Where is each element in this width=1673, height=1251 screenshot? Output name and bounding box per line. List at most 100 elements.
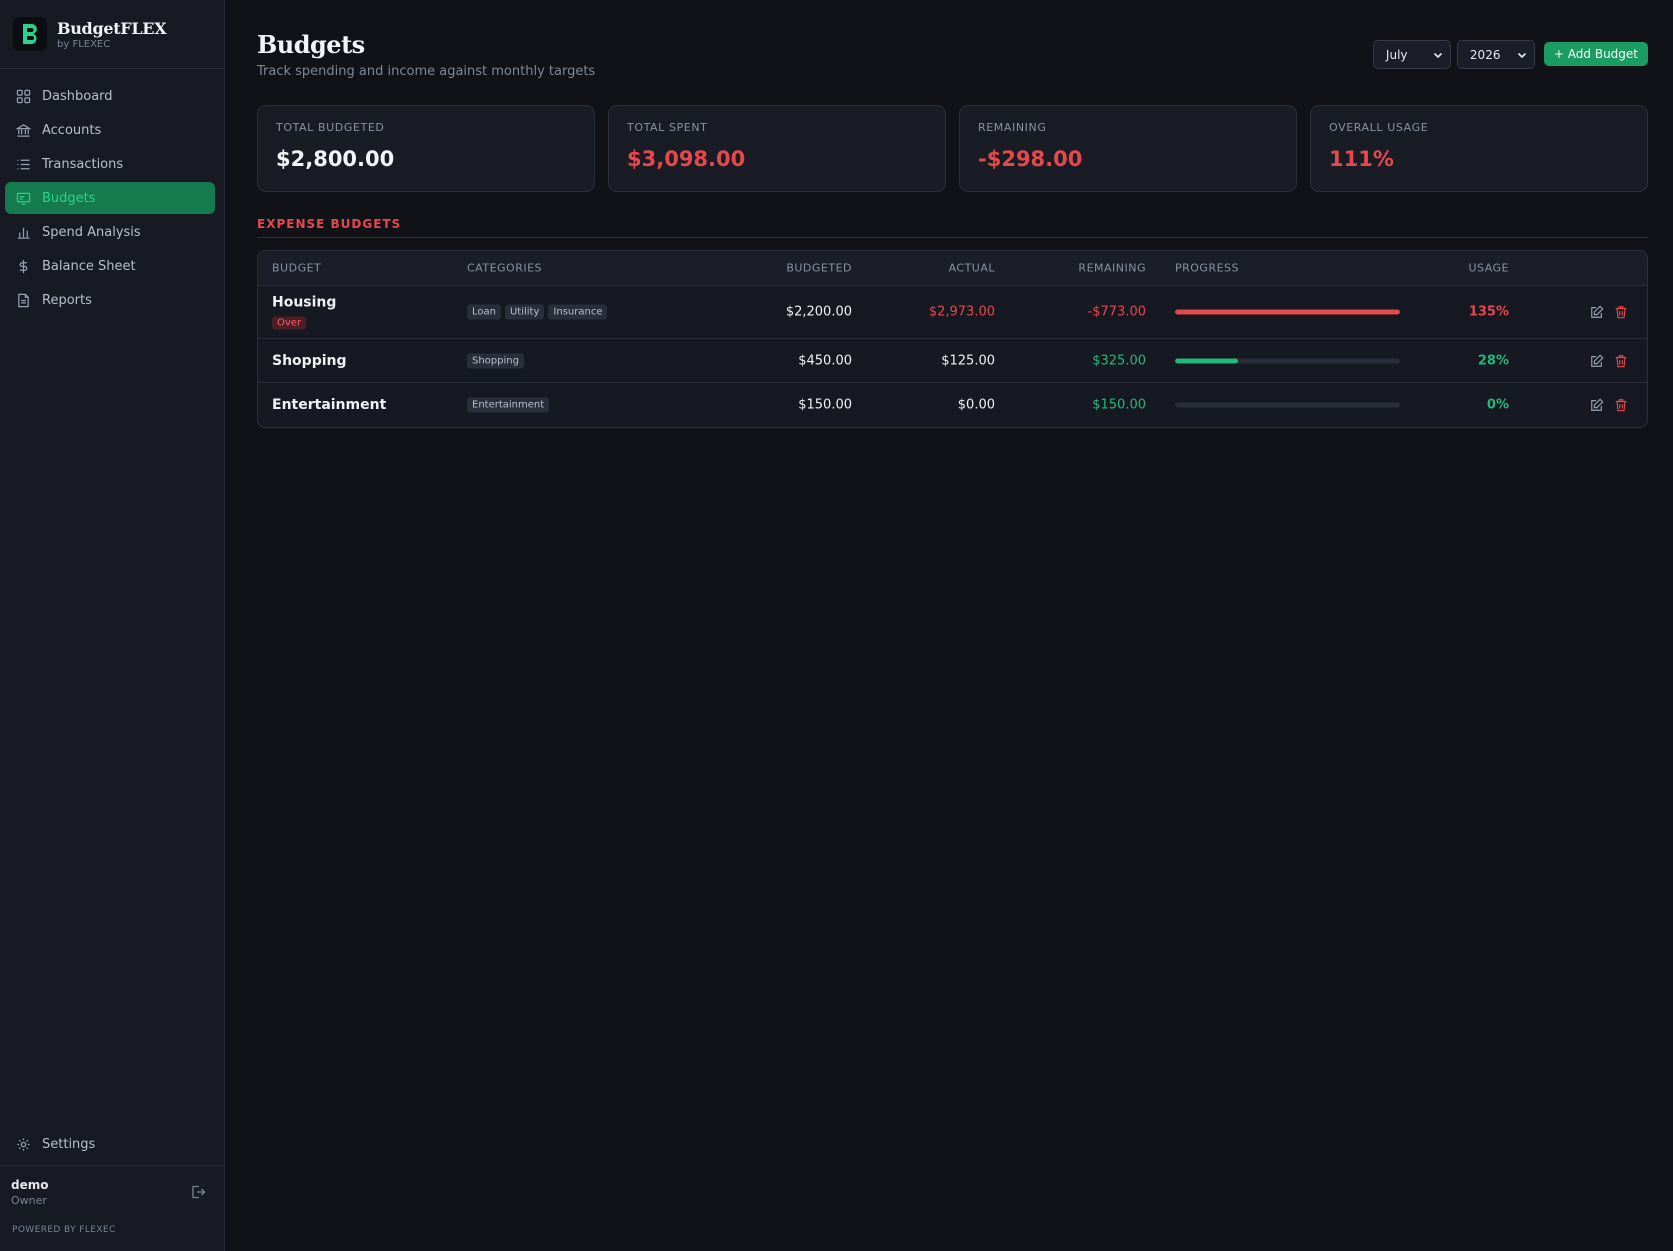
card-value: $3,098.00 [627,147,746,171]
row-actions [1590,305,1628,319]
category-tag: Loan [467,304,501,320]
header-budget: BUDGET [272,261,322,275]
budgeted-value: $2,200.00 [785,304,852,320]
card-total-spent: TOTAL SPENT $3,098.00 [608,105,946,192]
sidebar-item-label: Balance Sheet [42,258,136,274]
sidebar-nav: Dashboard Accounts Transactions Budgets … [5,80,215,318]
user-profile: demo Owner [0,1165,224,1225]
add-budget-button[interactable]: + Add Budget [1543,42,1648,66]
budget-icon [16,192,31,205]
sidebar-item-label: Accounts [42,122,102,138]
header-actual: ACTUAL [948,261,995,275]
card-value: 111% [1329,147,1394,171]
budget-name: Shopping [272,352,347,369]
year-select[interactable]: 2026 [1456,40,1535,69]
section-title: EXPENSE BUDGETS [257,217,1648,238]
category-tags: Entertainment [467,397,550,413]
trash-icon[interactable] [1614,354,1628,368]
header-remaining: REMAINING [1078,261,1146,275]
budget-name: Housing [272,294,337,311]
budget-name-cell: Housing Over [272,295,336,330]
budget-table: BUDGET CATEGORIES BUDGETED ACTUAL REMAIN… [257,250,1648,428]
budgeted-value: $450.00 [798,353,852,368]
usage-value: 28% [1477,353,1509,368]
bar-chart-icon [17,227,30,239]
header-progress: PROGRESS [1175,261,1240,275]
month-select[interactable]: July [1372,40,1451,69]
sidebar-item-dashboard[interactable]: Dashboard [5,80,215,112]
user-name: demo [11,1178,49,1192]
category-tag: Shopping [467,353,524,368]
chevron-down-icon [1433,52,1442,58]
brand-name: BudgetFLEX [57,18,167,38]
card-overall-usage: OVERALL USAGE 111% [1310,105,1648,192]
brand[interactable]: BudgetFLEX by FLEXEC [0,0,224,69]
card-remaining: REMAINING -$298.00 [959,105,1297,192]
month-select-value: July [1385,47,1408,62]
bank-icon [16,123,31,137]
category-tag: Insurance [548,304,608,320]
sidebar-item-settings[interactable]: Settings [5,1128,215,1160]
row-actions [1590,398,1628,412]
main-content: Budgets Track spending and income agains… [257,0,1648,428]
table-row[interactable]: Entertainment Entertainment $150.00 $0.0… [258,383,1647,427]
grid-icon [16,89,31,103]
sidebar-item-label: Dashboard [42,88,113,104]
category-tag: Utility [504,304,545,320]
actual-value: $125.00 [941,353,995,368]
gear-icon [17,1137,30,1151]
card-label: REMAINING [978,121,1047,134]
page-title: Budgets [257,30,365,59]
sidebar-item-label: Budgets [42,190,96,206]
user-role: Owner [11,1194,47,1207]
progress-bar [1175,309,1400,315]
list-icon [17,159,30,169]
edit-icon[interactable] [1590,398,1604,412]
header-controls: July 2026 + Add Budget [1372,40,1648,69]
category-tags: Shopping [467,353,524,368]
sidebar-item-transactions[interactable]: Transactions [5,148,215,180]
trash-icon[interactable] [1614,398,1628,412]
edit-icon[interactable] [1590,305,1604,319]
summary-cards: TOTAL BUDGETED $2,800.00 TOTAL SPENT $3,… [257,105,1648,192]
status-badge: Over [272,316,307,330]
usage-value: 0% [1486,397,1509,413]
sidebar-item-label: Spend Analysis [42,224,141,240]
card-label: TOTAL BUDGETED [276,121,385,134]
progress-bar [1175,358,1400,363]
remaining-value: $150.00 [1092,397,1146,413]
sidebar-item-balance-sheet[interactable]: Balance Sheet [5,250,215,282]
table-header: BUDGET CATEGORIES BUDGETED ACTUAL REMAIN… [258,251,1647,286]
sidebar-item-label: Settings [42,1136,96,1152]
sidebar-item-label: Reports [42,292,92,308]
edit-icon[interactable] [1590,354,1604,368]
sidebar-item-reports[interactable]: Reports [5,284,215,316]
year-select-value: 2026 [1469,47,1501,62]
budget-name: Entertainment [272,397,387,413]
table-row[interactable]: Housing Over Loan Utility Insurance $2,2… [258,286,1647,339]
card-label: OVERALL USAGE [1329,121,1429,134]
header-budgeted: BUDGETED [786,261,852,275]
logout-icon[interactable] [190,1184,206,1200]
sidebar-item-accounts[interactable]: Accounts [5,114,215,146]
row-actions [1590,354,1628,368]
header-usage: USAGE [1468,261,1509,275]
brand-logo-icon [13,17,47,51]
remaining-value: -$773.00 [1087,304,1146,320]
progress-bar [1175,402,1400,408]
actual-value: $2,973.00 [928,304,995,320]
category-tags: Loan Utility Insurance [467,304,608,320]
dollar-icon [19,259,28,273]
document-icon [18,293,29,307]
sidebar: BudgetFLEX by FLEXEC Dashboard Accounts … [0,0,225,1251]
card-value: $2,800.00 [276,147,395,171]
progress-fill [1175,309,1400,315]
card-total-budgeted: TOTAL BUDGETED $2,800.00 [257,105,595,192]
chevron-down-icon [1517,52,1526,58]
table-row[interactable]: Shopping Shopping $450.00 $125.00 $325.0… [258,339,1647,383]
trash-icon[interactable] [1614,305,1628,319]
card-value: -$298.00 [978,147,1083,171]
sidebar-item-spend-analysis[interactable]: Spend Analysis [5,216,215,248]
sidebar-item-budgets[interactable]: Budgets [5,182,215,214]
budgeted-value: $150.00 [798,397,852,413]
